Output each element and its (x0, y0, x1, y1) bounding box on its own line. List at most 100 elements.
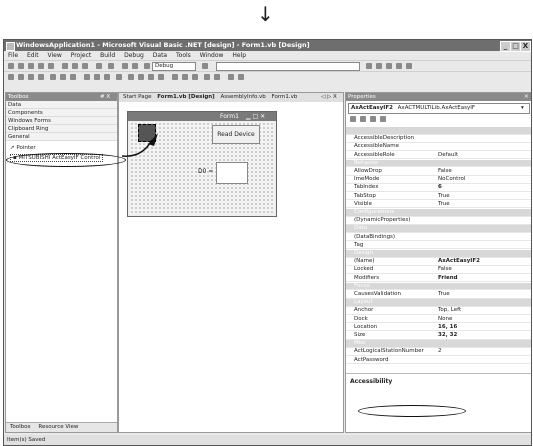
tab-toolbox[interactable]: Toolbox (10, 424, 31, 430)
property-row[interactable]: Modifiers Friend (346, 275, 531, 283)
property-row[interactable]: ActPassword (346, 357, 531, 365)
toolbox-tab-general[interactable]: General (6, 133, 117, 141)
align-middles-icon[interactable] (60, 74, 66, 80)
bring-to-front-icon[interactable] (228, 74, 234, 80)
size-to-grid-icon[interactable] (116, 74, 122, 80)
v-spacing-increase-icon[interactable] (182, 74, 188, 80)
toolbox-item-pointer[interactable]: ➚ Pointer (10, 145, 36, 151)
properties-close-icon[interactable]: ✕ (524, 93, 529, 101)
center-horizontally-icon[interactable] (204, 74, 210, 80)
send-to-back-icon[interactable] (238, 74, 244, 80)
paste-icon[interactable] (82, 63, 88, 69)
property-value[interactable]: AxActEasyIF2 (438, 258, 480, 266)
property-value[interactable]: None (438, 316, 452, 324)
categorized-icon[interactable] (350, 116, 356, 122)
same-width-icon[interactable] (84, 74, 90, 80)
property-value[interactable]: True (438, 291, 450, 299)
property-row[interactable]: ImeMode NoControl (346, 176, 531, 184)
solution-explorer-icon[interactable] (366, 63, 372, 69)
property-value[interactable]: 16, 16 (438, 324, 457, 332)
property-category[interactable]: Data (346, 225, 531, 233)
property-row[interactable]: (Name) AxActEasyIF2 (346, 258, 531, 266)
property-category[interactable]: Focus (346, 282, 531, 291)
property-row[interactable]: AccessibleRole Default (346, 152, 531, 160)
toolbox-tab-windows-forms[interactable]: Windows Forms (6, 117, 117, 125)
align-tops-icon[interactable] (50, 74, 56, 80)
add-item-icon[interactable] (18, 63, 24, 69)
center-vertically-icon[interactable] (214, 74, 220, 80)
property-row[interactable]: Visible True (346, 201, 531, 209)
align-bottoms-icon[interactable] (70, 74, 76, 80)
property-row[interactable]: TabIndex 6 (346, 184, 531, 192)
save-all-icon[interactable] (48, 63, 54, 69)
start-icon[interactable] (144, 63, 150, 69)
navigate-forward-icon[interactable] (132, 63, 138, 69)
tab-form1-design[interactable]: Form1.vb [Design] (157, 94, 214, 100)
property-category[interactable]: Behavior (346, 159, 531, 168)
menu-edit[interactable]: Edit (27, 52, 39, 59)
object-dropdown-icon[interactable]: ▾ (521, 104, 524, 113)
undo-icon[interactable] (96, 63, 102, 69)
align-to-grid-icon[interactable] (8, 74, 14, 80)
property-row[interactable]: (DynamicProperties) (346, 217, 531, 225)
find-icon[interactable] (202, 63, 208, 69)
v-spacing-decrease-icon[interactable] (192, 74, 198, 80)
h-spacing-decrease-icon[interactable] (148, 74, 154, 80)
property-value[interactable]: 32, 32 (438, 332, 457, 340)
property-row[interactable]: Dock None (346, 316, 531, 324)
property-value[interactable]: True (438, 193, 450, 201)
property-value[interactable]: Top, Left (438, 307, 461, 315)
open-icon[interactable] (28, 63, 34, 69)
h-spacing-remove-icon[interactable] (158, 74, 164, 80)
property-value[interactable]: 6 (438, 184, 442, 192)
menu-data[interactable]: Data (153, 52, 167, 59)
property-category[interactable]: Design (346, 250, 531, 258)
property-row[interactable]: AllowDrop False (346, 168, 531, 176)
property-value[interactable]: False (438, 266, 452, 274)
toolbox-pin-close[interactable]: # X (100, 93, 110, 101)
tab-start-page[interactable]: Start Page (123, 94, 152, 100)
menu-build[interactable]: Build (100, 52, 115, 59)
alphabetical-icon[interactable] (360, 116, 366, 122)
h-spacing-increase-icon[interactable] (138, 74, 144, 80)
property-pages-icon[interactable] (380, 116, 386, 122)
property-value[interactable]: Default (438, 152, 458, 160)
toolbox-icon[interactable] (386, 63, 392, 69)
menu-window[interactable]: Window (200, 52, 224, 59)
property-row[interactable]: CausesValidation True (346, 291, 531, 299)
more-options-icon[interactable] (406, 63, 412, 69)
class-view-icon[interactable] (396, 63, 402, 69)
menu-tools[interactable]: Tools (176, 52, 191, 59)
same-size-icon[interactable] (104, 74, 110, 80)
copy-icon[interactable] (72, 63, 78, 69)
object-selector[interactable]: AxActEasyIF2 AxACTMULTILib.AxActEasyIF ▾ (348, 103, 530, 114)
property-row[interactable]: Location 16, 16 (346, 324, 531, 332)
tab-assemblyinfo[interactable]: AssemblyInfo.vb (220, 94, 265, 100)
property-row[interactable]: Size 32, 32 (346, 332, 531, 340)
property-row[interactable]: (DataBindings) (346, 234, 531, 242)
property-category[interactable] (346, 127, 531, 135)
solution-config-combo[interactable]: Debug (152, 62, 196, 71)
align-lefts-icon[interactable] (18, 74, 24, 80)
property-value[interactable]: NoControl (438, 176, 465, 184)
property-value[interactable]: 2 (438, 348, 442, 356)
property-row[interactable]: AccessibleDescription (346, 135, 531, 143)
new-project-icon[interactable] (8, 63, 14, 69)
property-category[interactable]: Configurations (346, 209, 531, 217)
property-row[interactable]: AccessibleName (346, 143, 531, 151)
toolbox-tab-components[interactable]: Components (6, 109, 117, 117)
align-rights-icon[interactable] (38, 74, 44, 80)
doc-tab-nav[interactable]: ◁ ▷ X (321, 93, 337, 102)
properties-icon[interactable] (376, 63, 382, 69)
v-spacing-equal-icon[interactable] (172, 74, 178, 80)
menu-view[interactable]: View (48, 52, 62, 59)
property-row[interactable]: TabStop True (346, 193, 531, 201)
same-height-icon[interactable] (94, 74, 100, 80)
property-row[interactable]: Tag (346, 242, 531, 250)
property-row[interactable]: Anchor Top, Left (346, 307, 531, 315)
h-spacing-equal-icon[interactable] (128, 74, 134, 80)
menu-help[interactable]: Help (232, 52, 246, 59)
menu-project[interactable]: Project (71, 52, 92, 59)
property-category[interactable]: Misc (346, 340, 531, 348)
save-icon[interactable] (38, 63, 44, 69)
